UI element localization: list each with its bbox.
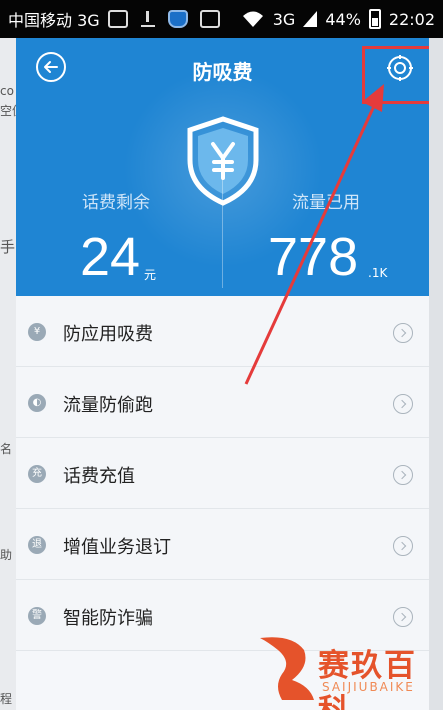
chevron-right-icon	[393, 536, 413, 556]
balance-value: 24	[80, 227, 141, 287]
balance-unit: 元	[144, 268, 157, 282]
bg-fragment: 手	[0, 238, 16, 256]
menu-item-traffic[interactable]: ◐ 流量防偷跑	[16, 367, 429, 438]
signal-icon	[303, 11, 318, 27]
stats-divider	[222, 178, 223, 288]
recharge-icon: 充	[28, 465, 46, 483]
yen-shield-icon	[187, 116, 259, 206]
background-app-left	[0, 38, 16, 710]
app-icon	[199, 10, 220, 28]
status-bar: 中国移动 3G 3G 44% 22:02	[0, 0, 443, 38]
chevron-right-icon	[393, 607, 413, 627]
clock: 22:02	[388, 9, 435, 29]
battery-icon	[368, 9, 381, 29]
bg-fragment: 助	[0, 548, 13, 562]
chevron-right-icon	[393, 323, 413, 343]
menu-item-label: 增值业务退订	[63, 537, 171, 558]
balance-label: 话费剩余	[82, 193, 150, 213]
watermark-name: 赛玖百科	[318, 648, 417, 710]
wifi-icon	[242, 11, 263, 27]
bg-fragment: 名	[0, 442, 13, 456]
anti-fee-screen: 防吸费 话费剩余 24 元 流量已用 778 .1K ¥ 防应用吸费 ◐ 流量防…	[16, 38, 429, 710]
background-app-right	[429, 38, 443, 710]
image-icon	[107, 10, 128, 28]
traffic-label: 流量已用	[292, 193, 360, 213]
yen-shield-icon: ¥	[28, 323, 46, 341]
network-type: 3G	[272, 9, 296, 29]
unsubscribe-icon: 退	[28, 536, 46, 554]
menu-item-recharge[interactable]: 充 话费充值	[16, 438, 429, 509]
bg-fragment: co	[0, 84, 14, 98]
bg-fragment: 程	[0, 692, 13, 706]
police-icon: 警	[28, 607, 46, 625]
menu-item-label: 话费充值	[63, 466, 135, 487]
menu-item-label: 防应用吸费	[63, 324, 153, 345]
chevron-right-icon	[393, 394, 413, 414]
annotation-highlight-box	[362, 46, 429, 104]
chevron-right-icon	[393, 465, 413, 485]
battery-percent: 44%	[325, 9, 361, 29]
watermark-sub: SAIJIUBAIKE	[322, 680, 415, 694]
menu-item-label: 智能防诈骗	[63, 608, 153, 629]
menu-item-unsubscribe[interactable]: 退 增值业务退订	[16, 509, 429, 580]
traffic-value: 778	[268, 227, 359, 287]
carrier-label: 中国移动 3G	[8, 11, 100, 30]
feature-menu: ¥ 防应用吸费 ◐ 流量防偷跑 充 话费充值 退 增值业务退订 警 智能防诈骗	[16, 296, 429, 651]
download-icon	[140, 10, 156, 28]
shield-icon	[167, 10, 188, 28]
menu-item-label: 流量防偷跑	[63, 395, 153, 416]
traffic-unit: .1K	[368, 266, 388, 280]
menu-item-app-fee[interactable]: ¥ 防应用吸费	[16, 296, 429, 367]
drop-icon: ◐	[28, 394, 46, 412]
